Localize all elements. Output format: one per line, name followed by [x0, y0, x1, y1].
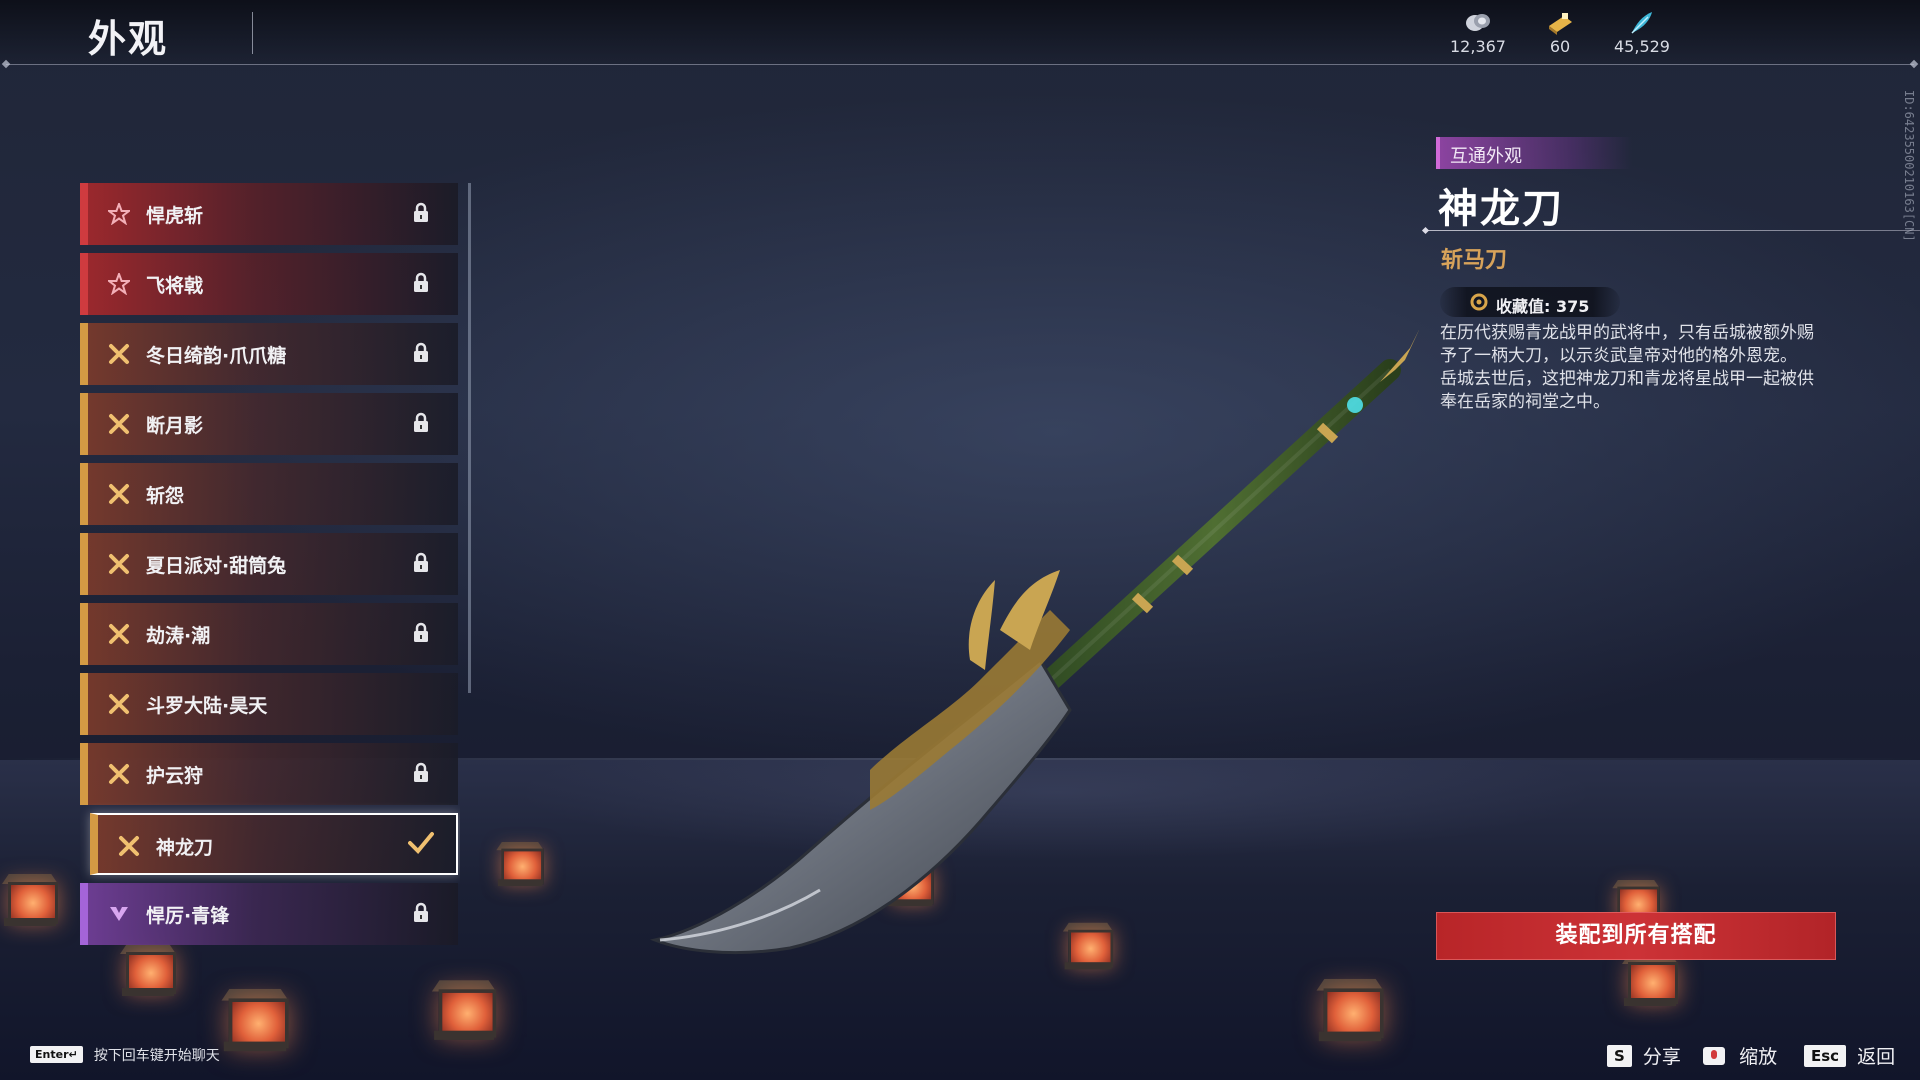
cross-blades-icon	[108, 693, 130, 715]
description-line: 奉在岳家的祠堂之中。	[1440, 392, 1610, 412]
collection-icon	[1470, 293, 1488, 311]
top-bar: 外观 12,367 60 45,529	[0, 0, 1920, 64]
title-divider	[252, 12, 253, 54]
back-label: 返回	[1857, 1046, 1896, 1068]
lantern-decoration	[495, 840, 546, 888]
list-item-label: 斩怨	[146, 485, 185, 507]
collection-value: 收藏值: 375	[1496, 297, 1590, 316]
blue-feather-icon	[1631, 12, 1652, 34]
currency-silver: 12,367	[1438, 10, 1518, 56]
list-item-label: 夏日派对·甜筒兔	[146, 555, 287, 577]
tag-label: 互通外观	[1450, 146, 1522, 167]
equipped-check-icon	[408, 831, 434, 855]
list-item-label: 飞将戟	[146, 275, 204, 297]
lantern-decoration	[430, 978, 499, 1042]
currency-feather: 45,529	[1602, 10, 1682, 56]
lock-icon	[412, 202, 430, 224]
cross-blades-icon	[108, 763, 130, 785]
lock-icon	[412, 412, 430, 434]
currency-gold: 60	[1520, 10, 1600, 56]
appearance-list-item[interactable]: 悍虎斩	[80, 183, 458, 245]
appearance-list[interactable]: 悍虎斩飞将戟冬日绮韵·爪爪糖 断月影斩怨夏日派对·甜筒兔 劫涛·潮斗罗大陆·昊天 护云…	[80, 183, 460, 959]
back-hint[interactable]: Esc 返回	[1804, 1042, 1895, 1068]
cross-blades-icon	[108, 553, 130, 575]
item-type: 斩马刀	[1441, 248, 1508, 273]
currency-value: 60	[1549, 37, 1571, 56]
description-line: 在历代获赐青龙战甲的武将中，只有岳城被额外赐	[1440, 323, 1814, 343]
lantern-decoration	[1620, 952, 1680, 1008]
appearance-list-item[interactable]: 夏日派对·甜筒兔	[80, 533, 458, 595]
cross-blades-icon	[108, 483, 130, 505]
page-title: 外观	[88, 17, 169, 61]
lock-icon	[412, 272, 430, 294]
list-item-label: 神龙刀	[156, 837, 214, 859]
list-item-label: 劫涛·潮	[146, 625, 211, 647]
item-id-label: ID:64235500210163[CN]	[1902, 90, 1916, 242]
item-description: 在历代获赐青龙战甲的武将中，只有岳城被额外赐 予了一柄大刀，以示炎武皇帝对他的格…	[1440, 322, 1840, 414]
zoom-hint[interactable]: 缩放	[1702, 1042, 1777, 1068]
cross-blades-icon	[108, 343, 130, 365]
top-bar-divider	[6, 64, 1914, 65]
chevron-gem-icon	[108, 903, 130, 925]
enter-key-cap: Enter↵	[30, 1046, 83, 1063]
appearance-list-item[interactable]: 护云狩	[80, 743, 458, 805]
cross-blades-icon	[108, 623, 130, 645]
equip-all-outfits-button[interactable]: 装配到所有搭配	[1436, 912, 1836, 960]
gold-ticket-icon	[1549, 13, 1572, 35]
appearance-list-item[interactable]: 神龙刀	[90, 813, 458, 875]
lantern-decoration	[219, 986, 291, 1053]
weapon-model-image	[649, 330, 1420, 955]
star-icon	[106, 201, 132, 226]
appearance-list-item[interactable]: 悍厉·青锋	[80, 883, 458, 945]
esc-key-cap: Esc	[1804, 1044, 1847, 1067]
list-item-label: 悍厉·青锋	[146, 905, 230, 927]
currency-value: 45,529	[1614, 37, 1670, 56]
appearance-list-item[interactable]: 飞将戟	[80, 253, 458, 315]
description-line: 予了一柄大刀，以示炎武皇帝对他的格外恩宠。	[1440, 346, 1797, 366]
zoom-icon	[1703, 1046, 1725, 1065]
currency-value: 12,367	[1450, 37, 1506, 56]
list-item-label: 护云狩	[146, 765, 204, 787]
appearance-list-item[interactable]: 断月影	[80, 393, 458, 455]
lock-icon	[412, 902, 430, 924]
description-line: 岳城去世后，这把神龙刀和青龙将星战甲一起被供	[1440, 369, 1814, 389]
lantern-decoration	[0, 872, 60, 928]
list-item-label: 断月影	[146, 415, 204, 437]
share-hint[interactable]: S 分享	[1607, 1042, 1681, 1068]
lock-icon	[412, 622, 430, 644]
zoom-label: 缩放	[1739, 1046, 1778, 1068]
list-item-label: 冬日绮韵·爪爪糖	[146, 345, 287, 367]
list-scrollbar[interactable]	[468, 183, 471, 693]
star-icon	[106, 271, 132, 296]
list-item-label: 斗罗大陆·昊天	[146, 695, 268, 717]
equip-button-label: 装配到所有搭配	[1555, 923, 1717, 948]
appearance-list-item[interactable]: 冬日绮韵·爪爪糖	[80, 323, 458, 385]
lock-icon	[412, 552, 430, 574]
list-item-label: 悍虎斩	[146, 205, 204, 227]
appearance-list-item[interactable]: 斗罗大陆·昊天	[80, 673, 458, 735]
chat-hint[interactable]: Enter↵ 按下回车键开始聊天	[30, 1044, 220, 1064]
appearance-list-item[interactable]: 劫涛·潮	[80, 603, 458, 665]
cross-blades-icon	[118, 835, 140, 857]
lock-icon	[412, 342, 430, 364]
lock-icon	[412, 762, 430, 784]
appearance-list-item[interactable]: 斩怨	[80, 463, 458, 525]
chat-hint-text: 按下回车键开始聊天	[93, 1047, 220, 1064]
collection-value-badge: 收藏值: 375	[1440, 287, 1620, 317]
cross-blades-icon	[108, 413, 130, 435]
item-title: 神龙刀	[1438, 186, 1564, 232]
title-underline	[1426, 230, 1920, 231]
silver-coin-icon	[1466, 14, 1490, 31]
crossplay-tag: 互通外观	[1436, 137, 1632, 169]
share-key-cap: S	[1607, 1044, 1632, 1067]
share-label: 分享	[1642, 1046, 1681, 1068]
